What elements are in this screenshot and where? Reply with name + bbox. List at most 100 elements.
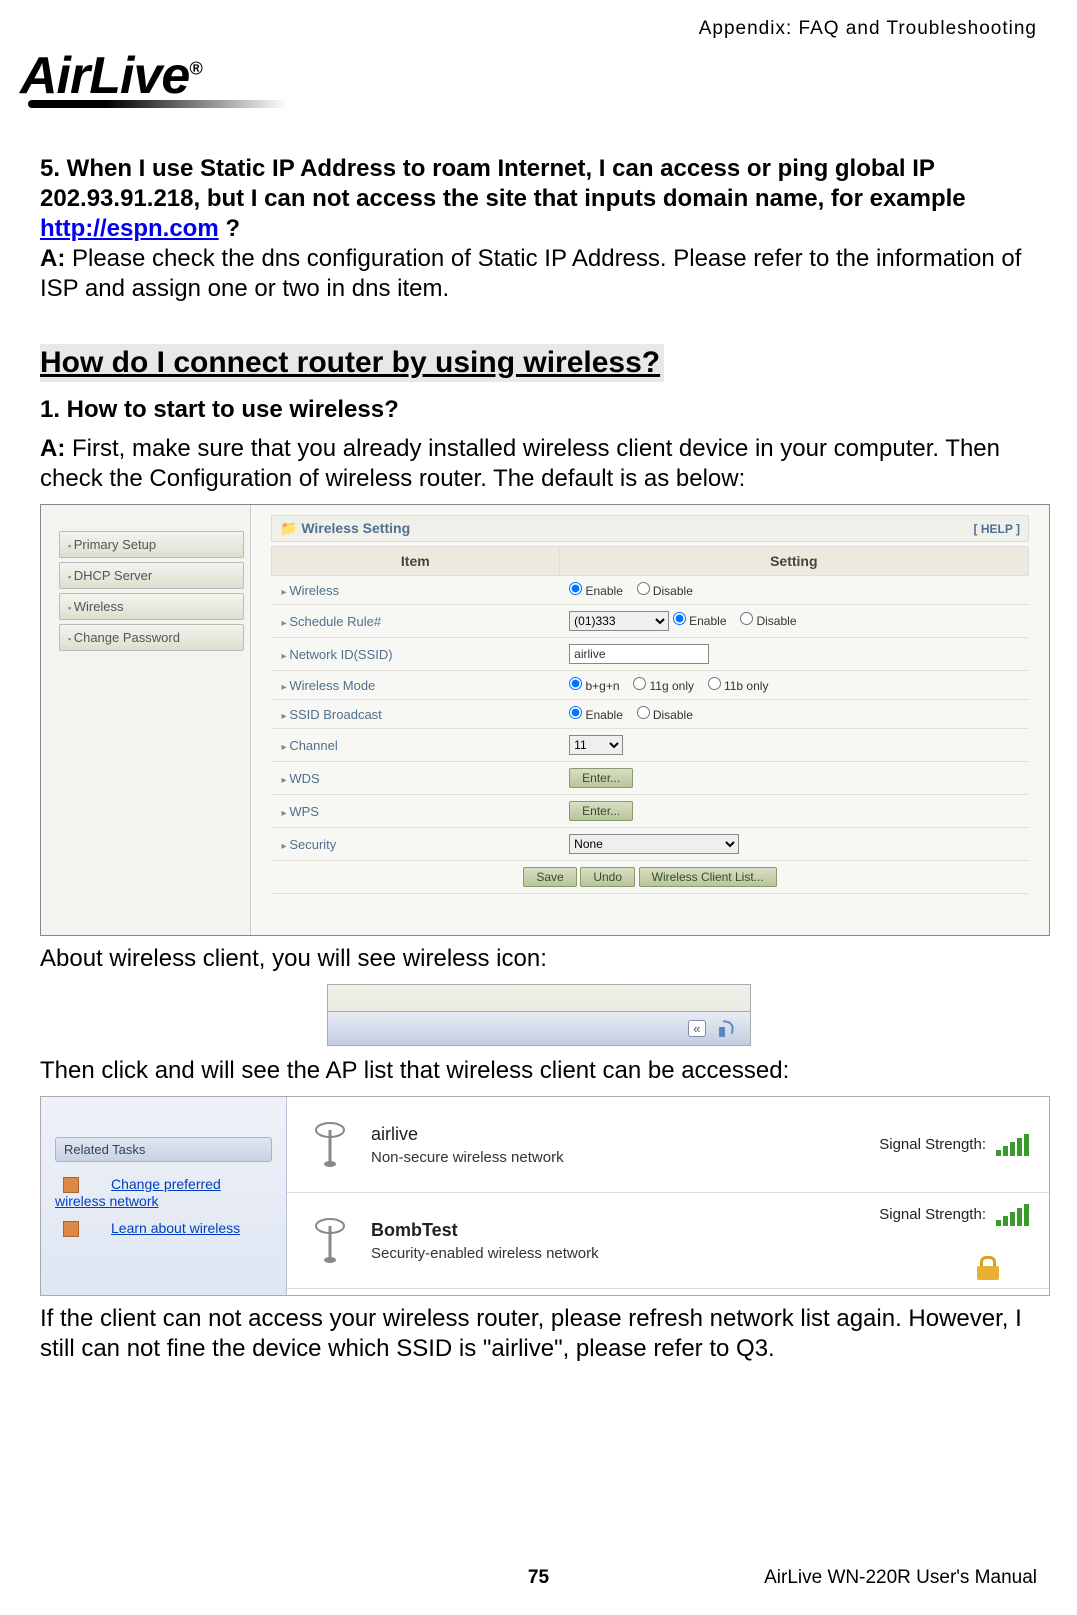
- undo-button[interactable]: Undo: [580, 867, 635, 887]
- q5-qmark: ?: [219, 215, 240, 242]
- section-heading-wireless: How do I connect router by using wireles…: [40, 344, 664, 382]
- signal-label: Signal Strength:: [879, 1136, 986, 1153]
- caption-wireless-icon: About wireless client, you will see wire…: [40, 944, 1037, 974]
- task-icon: [63, 1221, 79, 1237]
- router-main-panel: 📁 Wireless Setting [ HELP ] Item Setting…: [251, 505, 1049, 935]
- mode-11b-radio[interactable]: 11b only: [708, 679, 769, 693]
- logo-text: AirLive®: [20, 47, 202, 105]
- disable-label: Disable: [653, 584, 693, 598]
- router-config-screenshot: Primary Setup DHCP Server Wireless Chang…: [40, 504, 1050, 936]
- wireless-enable-radio[interactable]: Enable: [569, 584, 623, 598]
- panel-title-bar: 📁 Wireless Setting [ HELP ]: [271, 515, 1029, 542]
- tray-screenshot: «: [327, 984, 751, 1046]
- schedule-disable-radio[interactable]: Disable: [740, 614, 796, 628]
- enable-label-2: Enable: [689, 614, 726, 628]
- sidebar-item-primary-setup[interactable]: Primary Setup: [59, 531, 244, 558]
- system-tray: «: [328, 1011, 750, 1045]
- tray-expand-button[interactable]: «: [688, 1020, 705, 1037]
- row-channel-label: Channel: [272, 729, 560, 762]
- wds-enter-button[interactable]: Enter...: [569, 768, 633, 788]
- page-number: 75: [528, 1567, 549, 1589]
- ssid-input[interactable]: [569, 644, 709, 664]
- panel-title: Wireless Setting: [301, 520, 410, 536]
- sidebar-item-wireless[interactable]: Wireless: [59, 593, 244, 620]
- router-sidebar: Primary Setup DHCP Server Wireless Chang…: [41, 505, 251, 935]
- mode-11g-radio[interactable]: 11g only: [633, 679, 694, 693]
- q1-answer: A: First, make sure that you already ins…: [40, 434, 1037, 494]
- channel-select[interactable]: 11: [569, 735, 623, 755]
- signal-bars-icon: [996, 1204, 1029, 1226]
- enable-label-3: Enable: [586, 708, 623, 722]
- config-table: Item Setting Wireless Enable Disable Sch…: [271, 546, 1029, 894]
- q1-title: 1. How to start to use wireless?: [40, 396, 1037, 424]
- schedule-enable-radio[interactable]: Enable: [673, 614, 727, 628]
- ap-sidebar: Related Tasks Change preferred wireless …: [41, 1097, 287, 1295]
- signal-bars-icon: [996, 1134, 1029, 1156]
- row-schedule-label: Schedule Rule#: [272, 605, 560, 638]
- tail-paragraph: If the client can not access your wirele…: [40, 1304, 1037, 1364]
- col-setting: Setting: [559, 547, 1028, 576]
- ap-row-airlive[interactable]: airlive Non-secure wireless network Sign…: [287, 1097, 1049, 1193]
- wireless-disable-radio[interactable]: Disable: [637, 584, 693, 598]
- row-broadcast-label: SSID Broadcast: [272, 700, 560, 729]
- row-mode-label: Wireless Mode: [272, 671, 560, 700]
- row-wds-label: WDS: [272, 762, 560, 795]
- q5-answer: A: Please check the dns configuration of…: [40, 244, 1037, 304]
- antenna-icon: [307, 1122, 353, 1168]
- task-icon: [63, 1177, 79, 1193]
- caption-ap-list: Then click and will see the AP list that…: [40, 1056, 1037, 1086]
- mode-11b-label: 11b only: [724, 679, 768, 693]
- row-wps-label: WPS: [272, 795, 560, 828]
- ap-list-screenshot: Related Tasks Change preferred wireless …: [40, 1096, 1050, 1296]
- broadcast-disable-radio[interactable]: Disable: [637, 708, 693, 722]
- signal-label: Signal Strength:: [879, 1206, 986, 1223]
- wifi-tray-icon[interactable]: [716, 1019, 736, 1039]
- signal-strength: Signal Strength:: [879, 1204, 1029, 1226]
- related-tasks-header: Related Tasks: [55, 1137, 272, 1162]
- enable-label: Enable: [586, 584, 623, 598]
- wps-enter-button[interactable]: Enter...: [569, 801, 633, 821]
- button-row: Save Undo Wireless Client List...: [272, 861, 1029, 894]
- disable-label-2: Disable: [756, 614, 796, 628]
- change-preferred-link[interactable]: Change preferred wireless network: [55, 1176, 221, 1209]
- row-wireless-label: Wireless: [272, 576, 560, 605]
- help-link[interactable]: [ HELP ]: [974, 522, 1020, 536]
- ap-name: airlive: [371, 1124, 761, 1145]
- q1-a-text: First, make sure that you already instal…: [40, 435, 1000, 492]
- ap-name: BombTest: [371, 1220, 761, 1241]
- row-ssid-label: Network ID(SSID): [272, 638, 560, 671]
- learn-wireless-link[interactable]: Learn about wireless: [111, 1220, 240, 1236]
- ap-info: BombTest Security-enabled wireless netwo…: [371, 1220, 761, 1262]
- lock-icon: [977, 1256, 999, 1278]
- page-footer: 75 AirLive WN-220R User's Manual: [40, 1567, 1037, 1589]
- antenna-icon: [307, 1218, 353, 1264]
- q5-line1: 5. When I use Static IP Address to roam …: [40, 155, 935, 182]
- q5-line2: 202.93.91.218, but I can not access the …: [40, 185, 966, 212]
- save-button[interactable]: Save: [523, 867, 576, 887]
- broadcast-enable-radio[interactable]: Enable: [569, 708, 623, 722]
- ap-desc: Security-enabled wireless network: [371, 1245, 761, 1262]
- q1-a-label: A:: [40, 435, 65, 462]
- sidebar-item-dhcp-server[interactable]: DHCP Server: [59, 562, 244, 589]
- ap-desc: Non-secure wireless network: [371, 1149, 761, 1166]
- header-appendix: Appendix: FAQ and Troubleshooting: [40, 18, 1037, 40]
- ap-list: airlive Non-secure wireless network Sign…: [287, 1097, 1049, 1295]
- q5-link[interactable]: http://espn.com: [40, 215, 219, 242]
- folder-icon: 📁: [280, 520, 297, 536]
- disable-label-3: Disable: [653, 708, 693, 722]
- sidebar-item-change-password[interactable]: Change Password: [59, 624, 244, 651]
- ap-info: airlive Non-secure wireless network: [371, 1124, 761, 1166]
- mode-bgn-label: b+g+n: [586, 679, 620, 693]
- logo-reg: ®: [189, 59, 201, 79]
- security-select[interactable]: None: [569, 834, 739, 854]
- col-item: Item: [272, 547, 560, 576]
- mode-bgn-radio[interactable]: b+g+n: [569, 679, 619, 693]
- q5-title: 5. When I use Static IP Address to roam …: [40, 154, 1037, 244]
- client-list-button[interactable]: Wireless Client List...: [639, 867, 777, 887]
- ap-row-bombtest[interactable]: BombTest Security-enabled wireless netwo…: [287, 1193, 1049, 1289]
- schedule-select[interactable]: (01)333: [569, 611, 669, 631]
- q5-a-label: A:: [40, 245, 65, 272]
- row-security-label: Security: [272, 828, 560, 861]
- brand-logo: AirLive®: [20, 46, 1037, 108]
- signal-strength: Signal Strength:: [879, 1134, 1029, 1156]
